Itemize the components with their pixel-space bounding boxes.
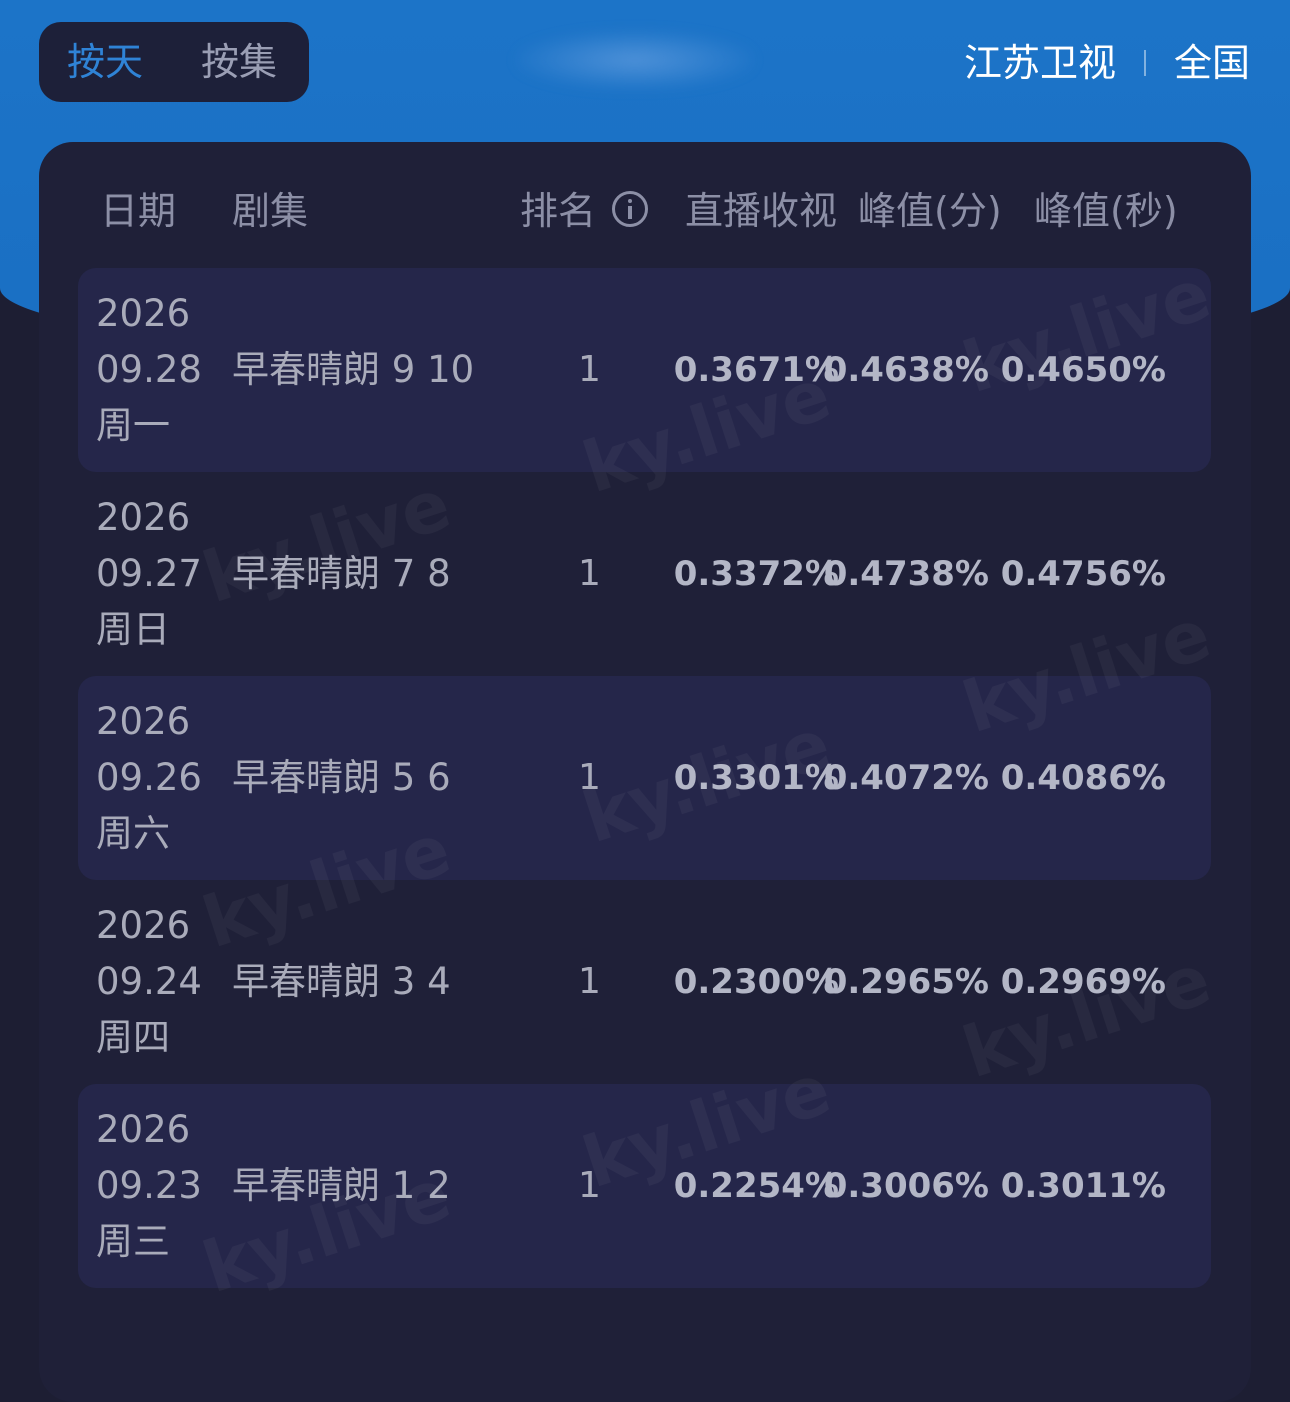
- live-rating-cell: 0.3671%: [673, 350, 839, 390]
- column-date: 日期: [100, 189, 177, 233]
- ratings-table: 日期 剧集 排名 直播收视 峰值(分) 峰值(秒) 2026 09.28 周一 …: [39, 142, 1251, 1402]
- year: 2026: [96, 496, 191, 539]
- peak-minute-cell: 0.4638%: [823, 350, 989, 390]
- peak-second-cell: 0.2969%: [1000, 962, 1166, 1002]
- weekday: 周一: [96, 404, 170, 447]
- date-cell: 2026 09.24 周四: [96, 898, 202, 1066]
- divider: [1143, 50, 1146, 76]
- peak-second-cell: 0.4650%: [1000, 350, 1166, 390]
- view-toggle: 按天 按集: [39, 22, 309, 102]
- rank-cell: 1: [578, 553, 601, 594]
- peak-second-cell: 0.4756%: [1000, 554, 1166, 594]
- column-episode: 剧集: [232, 189, 309, 233]
- live-rating-cell: 0.2254%: [673, 1166, 839, 1206]
- live-rating-cell: 0.2300%: [673, 962, 839, 1002]
- column-peak-minute: 峰值(分): [858, 189, 1002, 233]
- year: 2026: [96, 904, 191, 947]
- year: 2026: [96, 700, 191, 743]
- weekday: 周三: [96, 1220, 170, 1263]
- date-cell: 2026 09.27 周日: [96, 490, 202, 658]
- column-peak-second: 峰值(秒): [1034, 189, 1178, 233]
- table-header: 日期 剧集 排名 直播收视 峰值(分) 峰值(秒): [39, 142, 1251, 280]
- episode-cell: 早春晴朗 7 8: [232, 552, 451, 595]
- date-cell: 2026 09.28 周一: [96, 286, 202, 454]
- peak-minute-cell: 0.4738%: [823, 554, 989, 594]
- info-icon[interactable]: [612, 191, 648, 227]
- peak-second-cell: 0.3011%: [1000, 1166, 1166, 1206]
- live-rating-cell: 0.3372%: [673, 554, 839, 594]
- peak-minute-cell: 0.4072%: [823, 758, 989, 798]
- table-row[interactable]: 2026 09.27 周日 早春晴朗 7 8 1 0.3372% 0.4738%…: [78, 472, 1211, 676]
- episode-cell: 早春晴朗 5 6: [232, 756, 451, 799]
- date: 09.23: [96, 1164, 202, 1207]
- toggle-by-day[interactable]: 按天: [67, 22, 143, 102]
- episode-cell: 早春晴朗 9 10: [232, 348, 475, 391]
- peak-second-cell: 0.4086%: [1000, 758, 1166, 798]
- episode-cell: 早春晴朗 3 4: [232, 960, 451, 1003]
- table-row[interactable]: 2026 09.24 周四 早春晴朗 3 4 1 0.2300% 0.2965%…: [78, 880, 1211, 1084]
- live-rating-cell: 0.3301%: [673, 758, 839, 798]
- channel-region-selector: 江苏卫视 全国: [964, 40, 1250, 86]
- date-cell: 2026 09.23 周三: [96, 1102, 202, 1270]
- table-row[interactable]: 2026 09.26 周六 早春晴朗 5 6 1 0.3301% 0.4072%…: [78, 676, 1211, 880]
- peak-minute-cell: 0.3006%: [823, 1166, 989, 1206]
- date-cell: 2026 09.26 周六: [96, 694, 202, 862]
- year: 2026: [96, 292, 191, 335]
- rank-cell: 1: [578, 349, 601, 390]
- episode-cell: 早春晴朗 1 2: [232, 1164, 451, 1207]
- date: 09.28: [96, 348, 202, 391]
- weekday: 周四: [96, 1016, 170, 1059]
- table-row[interactable]: 2026 09.23 周三 早春晴朗 1 2 1 0.2254% 0.3006%…: [78, 1084, 1211, 1288]
- year: 2026: [96, 1108, 191, 1151]
- date: 09.27: [96, 552, 202, 595]
- weekday: 周日: [96, 608, 170, 651]
- peak-minute-cell: 0.2965%: [823, 962, 989, 1002]
- rank-cell: 1: [578, 757, 601, 798]
- blurred-title: [515, 30, 755, 90]
- weekday: 周六: [96, 812, 170, 855]
- column-live-rating: 直播收视: [685, 189, 838, 233]
- rank-cell: 1: [578, 1165, 601, 1206]
- rank-cell: 1: [578, 961, 601, 1002]
- toggle-by-episode[interactable]: 按集: [201, 22, 277, 102]
- channel-selector[interactable]: 江苏卫视: [964, 40, 1116, 86]
- table-row[interactable]: 2026 09.28 周一 早春晴朗 9 10 1 0.3671% 0.4638…: [78, 268, 1211, 472]
- region-selector[interactable]: 全国: [1174, 40, 1250, 86]
- date: 09.26: [96, 756, 202, 799]
- column-rank: 排名: [520, 189, 597, 233]
- date: 09.24: [96, 960, 202, 1003]
